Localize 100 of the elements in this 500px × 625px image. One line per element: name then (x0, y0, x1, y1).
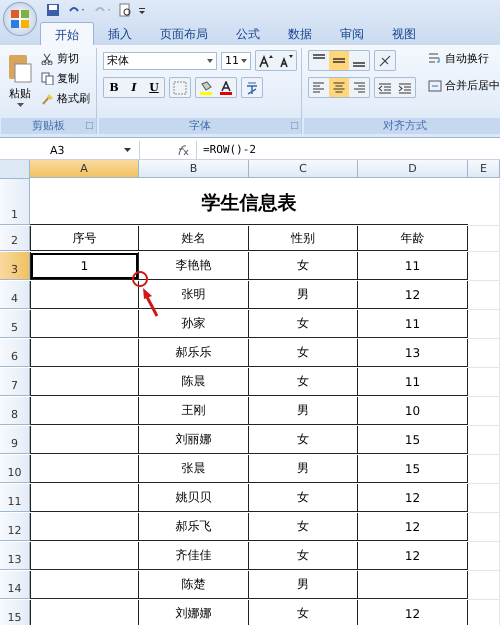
table-cell: 13 (358, 339, 468, 367)
wrap-text-icon (428, 52, 442, 66)
empty-cell (468, 455, 500, 484)
table-cell: 男 (249, 455, 358, 483)
ribbon-button[interactable]: 格式刷 (39, 90, 92, 107)
table-cell: 女 (249, 513, 358, 541)
table-cell: 刘丽娜 (139, 426, 249, 454)
table-cell: 女 (249, 600, 358, 625)
print-preview-icon[interactable] (118, 3, 132, 17)
align-lines-icon (352, 80, 366, 94)
column-heading: 姓名 (139, 226, 249, 251)
format-button[interactable]: I (124, 78, 144, 97)
table-cell: 1 (30, 252, 139, 280)
row-header[interactable]: 15 (0, 600, 30, 625)
row-header[interactable]: 4 (0, 281, 30, 309)
row-header[interactable]: 8 (0, 397, 30, 425)
ribbon-button[interactable]: 复制 (39, 70, 92, 87)
table-cell: 12 (358, 600, 468, 625)
empty-cell (468, 484, 500, 513)
column-header[interactable]: B (139, 160, 249, 178)
row-header[interactable]: 3 (0, 252, 30, 280)
align-lines-icon (312, 80, 326, 94)
ribbon-tab[interactable]: 视图 (378, 22, 430, 45)
row-header[interactable]: 6 (0, 339, 30, 367)
align-button[interactable] (329, 51, 349, 70)
empty-cell (468, 426, 500, 455)
dropdown-arrow-icon (241, 58, 247, 62)
format-button[interactable]: U (144, 78, 164, 97)
table-cell: 男 (249, 281, 358, 309)
dropdown-arrow-icon (207, 58, 213, 62)
table-cell: 女 (249, 542, 358, 570)
align-lines-icon (353, 62, 365, 67)
row-header[interactable]: 14 (0, 571, 30, 599)
column-header[interactable]: D (358, 160, 468, 178)
row-header[interactable]: 11 (0, 484, 30, 512)
table-cell: 12 (358, 542, 468, 570)
dialog-launcher-icon[interactable] (86, 122, 93, 129)
customize-menu-icon[interactable] (138, 5, 146, 15)
ribbon-tab[interactable]: 数据 (274, 22, 326, 45)
empty-cell (468, 542, 500, 571)
ribbon-tab[interactable]: 页面布局 (146, 22, 222, 45)
table-cell: 王刚 (139, 397, 249, 425)
ribbon-button[interactable]: 剪切 (39, 50, 92, 67)
group-label: 对齐方式 (304, 118, 500, 134)
ribbon-tab[interactable]: 开始 (40, 22, 94, 45)
formula-field[interactable]: =ROW()-2 (196, 141, 500, 159)
table-cell: 男 (249, 397, 358, 425)
office-button[interactable] (3, 2, 37, 36)
dialog-launcher-icon[interactable] (291, 122, 298, 129)
dropdown-arrow-icon (124, 148, 131, 152)
table-cell: 刘娜娜 (139, 600, 249, 625)
scissors-icon (41, 52, 54, 65)
row-header[interactable]: 12 (0, 513, 30, 541)
merge-cells-icon (428, 78, 442, 92)
group-label: 剪贴板 (1, 118, 96, 134)
column-heading: 序号 (30, 226, 139, 251)
function-icon[interactable] (176, 144, 190, 156)
pointer-arrow (143, 288, 158, 317)
table-cell: 15 (358, 426, 468, 454)
table-cell: 郝乐飞 (139, 513, 249, 541)
font-name-field[interactable]: 宋体 (103, 52, 217, 70)
table-cell: 郝乐乐 (139, 339, 249, 367)
column-heading: 年龄 (358, 226, 468, 251)
column-header[interactable]: C (249, 160, 358, 178)
table-cell: 女 (249, 368, 358, 396)
row-header[interactable]: 1 (0, 179, 30, 225)
row-header[interactable]: 7 (0, 368, 30, 396)
ribbon-tab[interactable]: 公式 (222, 22, 274, 45)
table-cell: 11 (358, 368, 468, 396)
column-header[interactable]: E (468, 160, 500, 178)
table-cell: 12 (358, 484, 468, 512)
row-header[interactable]: 13 (0, 542, 30, 570)
empty-cell (468, 339, 500, 368)
ribbon-button[interactable]: 自动换行 (426, 50, 500, 67)
row-header[interactable]: 2 (0, 226, 30, 251)
ribbon-tab[interactable]: 审阅 (326, 22, 378, 45)
table-cell: 11 (358, 310, 468, 338)
row-header[interactable]: 10 (0, 455, 30, 483)
row-header[interactable]: 9 (0, 426, 30, 454)
column-header[interactable]: A (30, 160, 139, 178)
table-cell: 陈晨 (139, 368, 249, 396)
ribbon-tab[interactable]: 插入 (94, 22, 146, 45)
paste-button[interactable]: 粘贴 (5, 50, 35, 116)
align-button[interactable] (329, 78, 349, 97)
font-size-field[interactable]: 11 (221, 52, 251, 70)
format-button[interactable]: B (104, 78, 124, 97)
save-icon[interactable] (46, 3, 60, 17)
name-box[interactable]: A3 (0, 141, 140, 159)
sheet-title: 学生信息表 (30, 179, 468, 225)
row-header[interactable]: 5 (0, 310, 30, 338)
dropdown-arrow-icon (16, 103, 24, 107)
table-cell: 孙家 (139, 310, 249, 338)
table-cell: 李艳艳 (139, 252, 249, 280)
clipboard-icon (7, 52, 33, 84)
table-cell: 男 (249, 571, 358, 599)
logo-icon (10, 9, 30, 29)
table-cell: 12 (358, 513, 468, 541)
table-cell: 女 (249, 252, 358, 280)
copy-icon (41, 72, 54, 85)
ribbon-button[interactable]: 合并后居中 (426, 77, 500, 94)
